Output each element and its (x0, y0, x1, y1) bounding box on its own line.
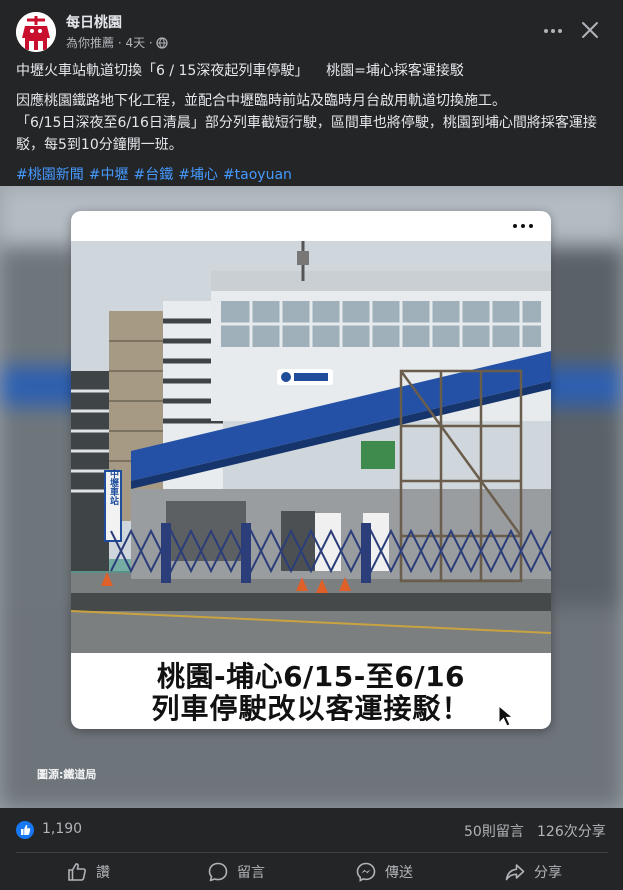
hashtag-link[interactable]: #埔心 (178, 167, 218, 183)
more-dots-icon (544, 29, 562, 33)
news-card: 中壢車站 桃園-埔心6/15-至6/16 列車停駛改以客運接駁！ (71, 211, 551, 729)
station-photo: 中壢車站 (71, 241, 551, 653)
engagement-stats: 1,190 50則留言 126次分享 (16, 820, 608, 842)
post-text: 中壢火車站軌道切換「6 / 15深夜起列車停駛」 桃園=埔心採客運接駁 因應桃園… (16, 60, 608, 186)
post-title: 中壢火車站軌道切換「6 / 15深夜起列車停駛」 (16, 63, 309, 79)
post-body-line-1: 因應桃園鐵路地下化工程，並配合中壢臨時前站及臨時月台啟用軌道切換施工。 (16, 93, 506, 109)
more-options-button[interactable] (542, 20, 564, 42)
like-icon (68, 863, 86, 881)
actions-divider (16, 852, 608, 853)
post-body-line-2: 「6/15日深夜至6/16日清晨」部分列車截短行駛，區間車也將停駛，桃園到埔心間… (16, 115, 597, 153)
globe-icon (156, 36, 168, 49)
hashtag-link[interactable]: #中壢 (89, 167, 129, 183)
post-meta: 為你推薦 · 4天 · (66, 34, 168, 51)
share-icon (505, 864, 525, 881)
share-count[interactable]: 126次分享 (537, 821, 606, 841)
post-image[interactable]: 中壢車站 桃園-埔心6/15-至6/16 列車停駛改以客運接駁！ 圖源:鐵道局 (0, 186, 623, 808)
post-title-line: 中壢火車站軌道切換「6 / 15深夜起列車停駛」 桃園=埔心採客運接駁 (16, 60, 608, 82)
card-caption: 桃園-埔心6/15-至6/16 列車停駛改以客運接駁！ (71, 661, 551, 725)
comment-icon (208, 862, 228, 882)
like-count[interactable]: 1,190 (42, 821, 82, 837)
close-icon (582, 22, 598, 38)
post-subtitle: 桃園=埔心採客運接駁 (326, 63, 464, 79)
close-button[interactable] (578, 18, 602, 42)
comment-label: 留言 (237, 865, 265, 881)
messenger-icon (356, 862, 376, 882)
image-source: 圖源:鐵道局 (37, 768, 97, 781)
share-button[interactable]: 分享 (504, 855, 562, 889)
like-reaction-icon[interactable] (16, 821, 34, 839)
thumbs-up-icon (21, 824, 31, 835)
cursor-icon (498, 705, 514, 727)
send-button[interactable]: 傳送 (355, 855, 413, 889)
hashtag-link[interactable]: #桃園新聞 (16, 167, 84, 183)
station-sign: 中壢車站 (108, 468, 119, 506)
comment-count[interactable]: 50則留言 (464, 821, 524, 841)
comment-button[interactable]: 留言 (207, 855, 265, 889)
caption-line-2: 列車停駛改以客運接駁！ (151, 692, 471, 725)
post-meta-text[interactable]: 為你推薦 · 4天 · (66, 34, 153, 51)
post-header: 每日桃園 為你推薦 · 4天 · (0, 0, 623, 60)
page-avatar[interactable] (16, 12, 56, 52)
avatar-logo-icon (16, 12, 56, 52)
hashtag-link[interactable]: #taoyuan (223, 167, 292, 183)
hashtag-list: #桃園新聞 #中壢 #台鐵 #埔心 #taoyuan (16, 164, 608, 186)
hashtag-link[interactable]: #台鐵 (133, 167, 173, 183)
send-label: 傳送 (385, 865, 413, 881)
like-button[interactable]: 讚 (66, 855, 110, 889)
caption-line-1: 桃園-埔心6/15-至6/16 (156, 660, 466, 693)
like-label: 讚 (96, 865, 110, 881)
share-label: 分享 (534, 865, 562, 881)
action-bar: 讚 留言 傳送 分享 (0, 855, 623, 890)
page-name[interactable]: 每日桃園 (66, 12, 122, 32)
card-more-icon (513, 224, 533, 228)
